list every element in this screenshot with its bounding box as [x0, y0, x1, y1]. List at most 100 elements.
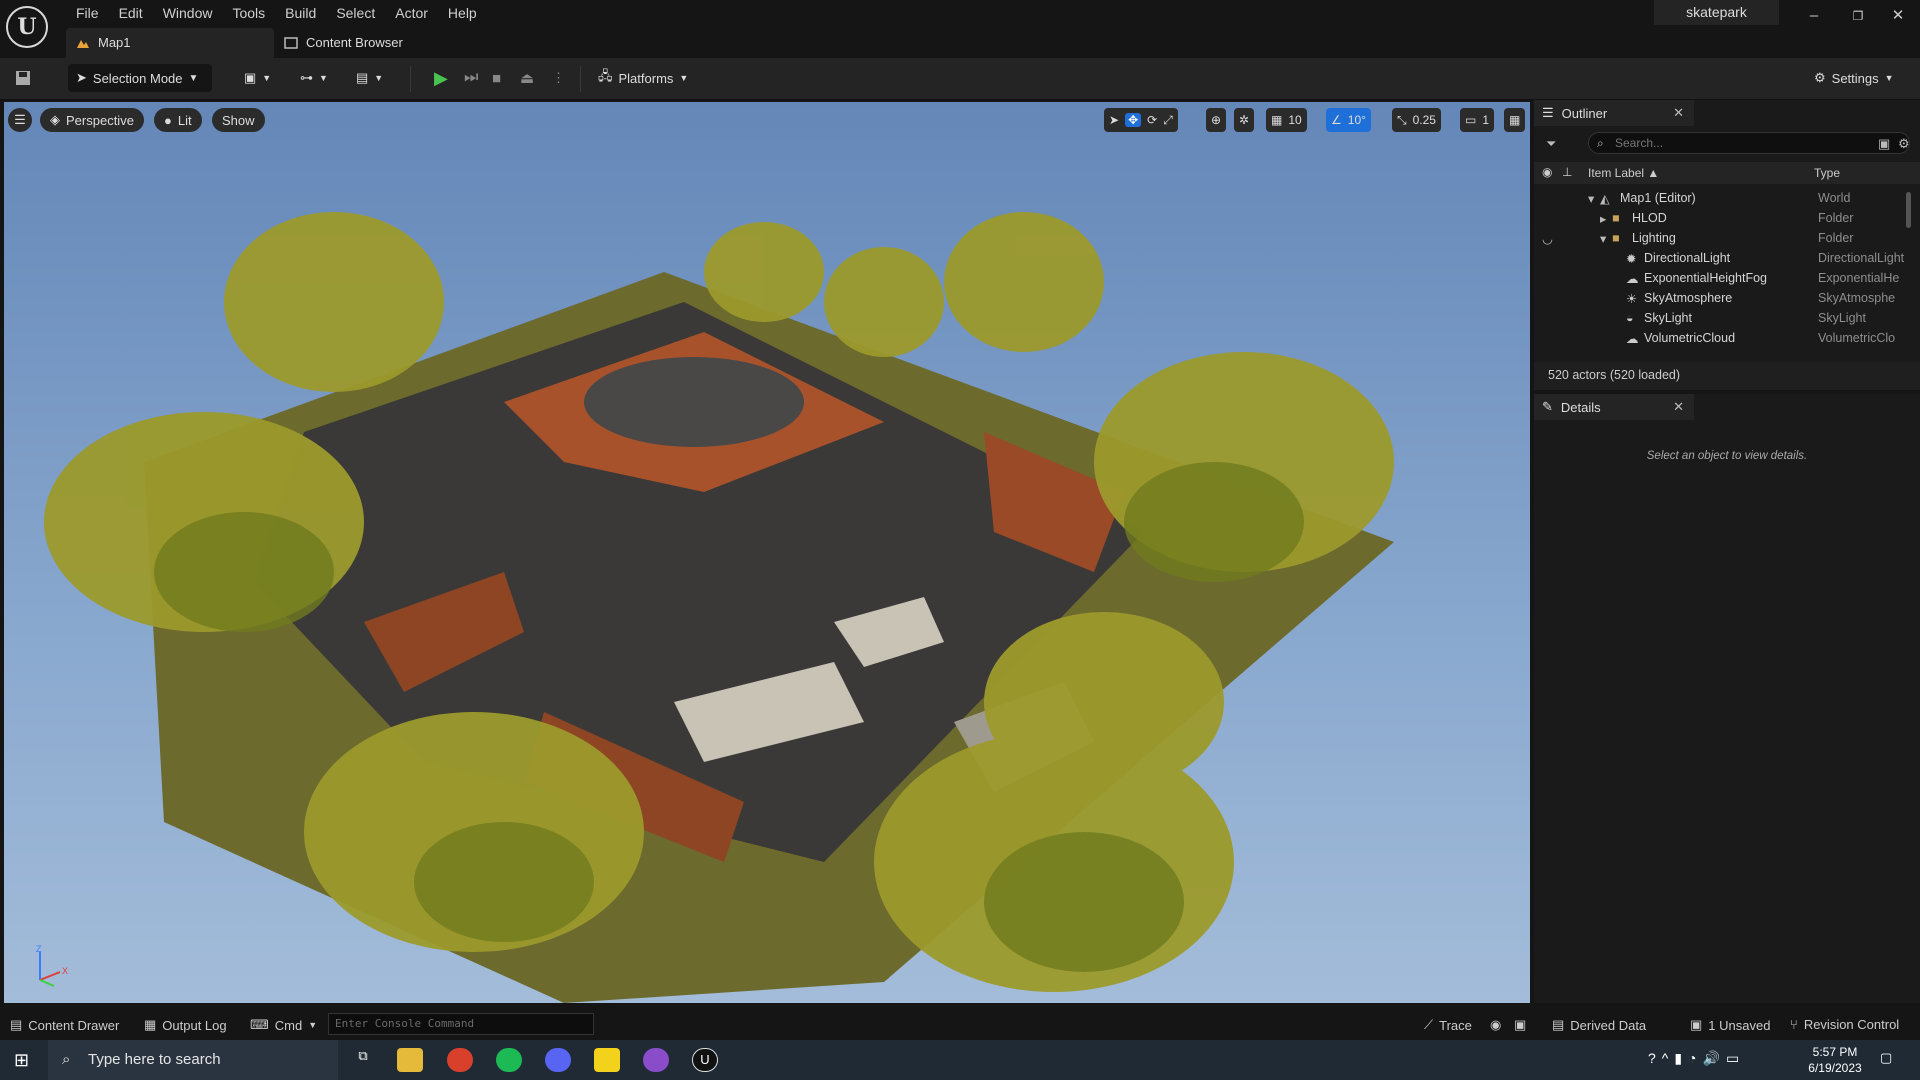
unsaved-button[interactable]: ▣ 1 Unsaved: [1690, 1017, 1770, 1033]
collapse-arrow-icon[interactable]: ▸: [1600, 211, 1606, 226]
outliner-search-input[interactable]: ⌕ Search...: [1588, 132, 1910, 154]
outliner-row[interactable]: ☀ SkyAtmosphere SkyAtmosphe: [1534, 288, 1908, 308]
console-input[interactable]: Enter Console Command: [328, 1013, 594, 1035]
hidden-eye-icon[interactable]: ◡: [1542, 231, 1553, 246]
lit-button[interactable]: ● Lit: [154, 108, 202, 132]
unreal-logo-icon[interactable]: U: [6, 6, 48, 48]
github-icon[interactable]: [643, 1048, 669, 1072]
viewport-layout-icon[interactable]: ▦: [1504, 108, 1526, 132]
derived-data-label: Derived Data: [1570, 1017, 1647, 1033]
blueprints-button[interactable]: ⊶ ▼: [300, 64, 328, 92]
derived-data-icon: ▤: [1552, 1017, 1565, 1032]
play-options-icon[interactable]: ⋮: [552, 64, 565, 92]
outliner-row[interactable]: ◒ SkyLight SkyLight: [1534, 308, 1908, 328]
taskbar-clock[interactable]: 5:57 PM 6/19/2023: [1800, 1044, 1870, 1076]
outliner-row[interactable]: ◡ ▾ ■ Lighting Folder: [1534, 228, 1908, 248]
row-type: ExponentialHe: [1818, 271, 1900, 285]
perspective-button[interactable]: ◈ Perspective: [40, 108, 144, 132]
tab-map1[interactable]: Map1: [66, 28, 274, 58]
output-log-button[interactable]: ▦ Output Log: [144, 1017, 227, 1033]
menu-select[interactable]: Select: [326, 3, 385, 23]
record-icon[interactable]: ◉: [1490, 1017, 1501, 1033]
trace-button[interactable]: ⟋ Trace: [1424, 1017, 1472, 1033]
settings-dropdown[interactable]: ⚙ Settings ▼: [1814, 64, 1894, 92]
show-button[interactable]: Show: [212, 108, 265, 132]
outliner-row[interactable]: ☁ VolumetricCloud VolumetricClo: [1534, 328, 1908, 348]
visibility-icon[interactable]: ◉: [1542, 165, 1552, 179]
outliner-row[interactable]: ✹ DirectionalLight DirectionalLight: [1534, 248, 1908, 268]
axis-gizmo-icon: Z X: [36, 944, 68, 987]
close-icon[interactable]: ✕: [1673, 105, 1684, 121]
save-icon[interactable]: [14, 64, 36, 92]
details-tab[interactable]: ✎ Details ✕: [1534, 394, 1694, 420]
menu-file[interactable]: File: [66, 3, 109, 23]
menu-tools[interactable]: Tools: [222, 3, 275, 23]
revision-control-button[interactable]: ⑂ Revision Control: [1790, 1017, 1899, 1032]
windows-start-icon[interactable]: ⊞: [14, 1050, 29, 1071]
viewport-menu-icon[interactable]: ☰: [8, 108, 32, 132]
outliner-row[interactable]: ▸ ■ HLOD Folder: [1534, 208, 1908, 228]
scale-snap-button[interactable]: ⤡ 0.25: [1392, 108, 1441, 132]
surface-snap-icon[interactable]: ✲: [1234, 108, 1255, 132]
outliner-row[interactable]: ▾ ◭ Map1 (Editor) World: [1534, 188, 1908, 208]
scale-tool-icon[interactable]: ⤢: [1163, 113, 1173, 128]
menu-help[interactable]: Help: [438, 3, 487, 23]
step-icon[interactable]: ⏭: [464, 64, 478, 92]
cmd-dropdown[interactable]: ⌨ Cmd ▼: [250, 1017, 317, 1033]
menu-build[interactable]: Build: [275, 3, 326, 23]
move-tool-icon[interactable]: ✥: [1125, 113, 1142, 127]
sphere-icon: ●: [164, 112, 172, 128]
list-icon: ☰: [1542, 105, 1554, 120]
pin-icon[interactable]: ⊥: [1562, 165, 1572, 179]
close-icon[interactable]: ✕: [1673, 399, 1684, 415]
gear-icon[interactable]: ⚙: [1898, 136, 1910, 152]
derived-data-button[interactable]: ▤ Derived Data: [1552, 1017, 1646, 1033]
tab-map1-label: Map1: [98, 35, 131, 50]
add-folder-icon[interactable]: ▣: [1878, 136, 1890, 152]
item-label-column-header[interactable]: Item Label ▲: [1588, 166, 1659, 180]
menu-window[interactable]: Window: [153, 3, 223, 23]
play-icon[interactable]: ▶: [434, 64, 448, 92]
world-local-icon[interactable]: ⊕: [1206, 108, 1227, 132]
svg-text:X: X: [62, 966, 68, 976]
spotify-icon[interactable]: [496, 1048, 522, 1072]
rotation-snap-button[interactable]: ∠ 10°: [1326, 108, 1371, 132]
outliner-row[interactable]: ☁ ExponentialHeightFog ExponentialHe: [1534, 268, 1908, 288]
selection-mode-dropdown[interactable]: ➤ Selection Mode ▼: [68, 64, 212, 92]
menu-actor[interactable]: Actor: [385, 3, 438, 23]
stop-icon[interactable]: ■: [492, 64, 501, 92]
eject-icon[interactable]: ⏏: [520, 64, 534, 92]
grid-snap-button[interactable]: ▦ 10: [1266, 108, 1307, 132]
cinematics-button[interactable]: ▤ ▼: [356, 64, 383, 92]
expand-arrow-icon[interactable]: ▾: [1600, 231, 1606, 246]
close-icon[interactable]: ✕: [1886, 6, 1910, 26]
chrome-icon[interactable]: [447, 1048, 473, 1072]
discord-icon[interactable]: [545, 1048, 571, 1072]
screenshot-icon[interactable]: ▣: [1514, 1017, 1526, 1033]
system-tray-icons[interactable]: ?^▮◔🔊▭: [1648, 1050, 1745, 1067]
notification-icon[interactable]: ▢: [1880, 1050, 1892, 1066]
outliner-tab[interactable]: ☰ Outliner ✕: [1534, 100, 1694, 126]
outliner-scrollbar[interactable]: [1906, 192, 1911, 228]
minimize-icon[interactable]: –: [1802, 6, 1826, 26]
sticky-notes-icon[interactable]: [594, 1048, 620, 1072]
task-view-icon[interactable]: ⧉: [350, 1048, 376, 1072]
file-explorer-icon[interactable]: [397, 1048, 423, 1072]
rotate-tool-icon[interactable]: ⟳: [1147, 113, 1157, 127]
taskbar-search-input[interactable]: ⌕ Type here to search: [48, 1040, 338, 1080]
menu-edit[interactable]: Edit: [109, 3, 153, 23]
content-drawer-button[interactable]: ▤ Content Drawer: [10, 1017, 119, 1033]
add-actor-button[interactable]: ▣ ▼: [244, 64, 271, 92]
trace-label: Trace: [1439, 1017, 1472, 1033]
type-column-header[interactable]: Type: [1814, 166, 1840, 180]
filter-icon[interactable]: ⏷: [1546, 136, 1556, 152]
restore-icon[interactable]: ❐: [1846, 6, 1870, 26]
folder-icon: ■: [1612, 211, 1620, 225]
level-viewport[interactable]: ☰ ◈ Perspective ● Lit Show ➤ ✥ ⟳ ⤢ ⊕ ✲ ▦…: [4, 102, 1530, 1003]
tab-content-browser[interactable]: Content Browser: [274, 28, 417, 58]
camera-speed-button[interactable]: ▭ 1: [1460, 108, 1495, 132]
expand-arrow-icon[interactable]: ▾: [1588, 191, 1594, 206]
select-tool-icon[interactable]: ➤: [1109, 113, 1119, 127]
platforms-dropdown[interactable]: 🖧 Platforms ▼: [598, 64, 688, 92]
unreal-engine-taskbar-icon[interactable]: U: [692, 1048, 718, 1072]
